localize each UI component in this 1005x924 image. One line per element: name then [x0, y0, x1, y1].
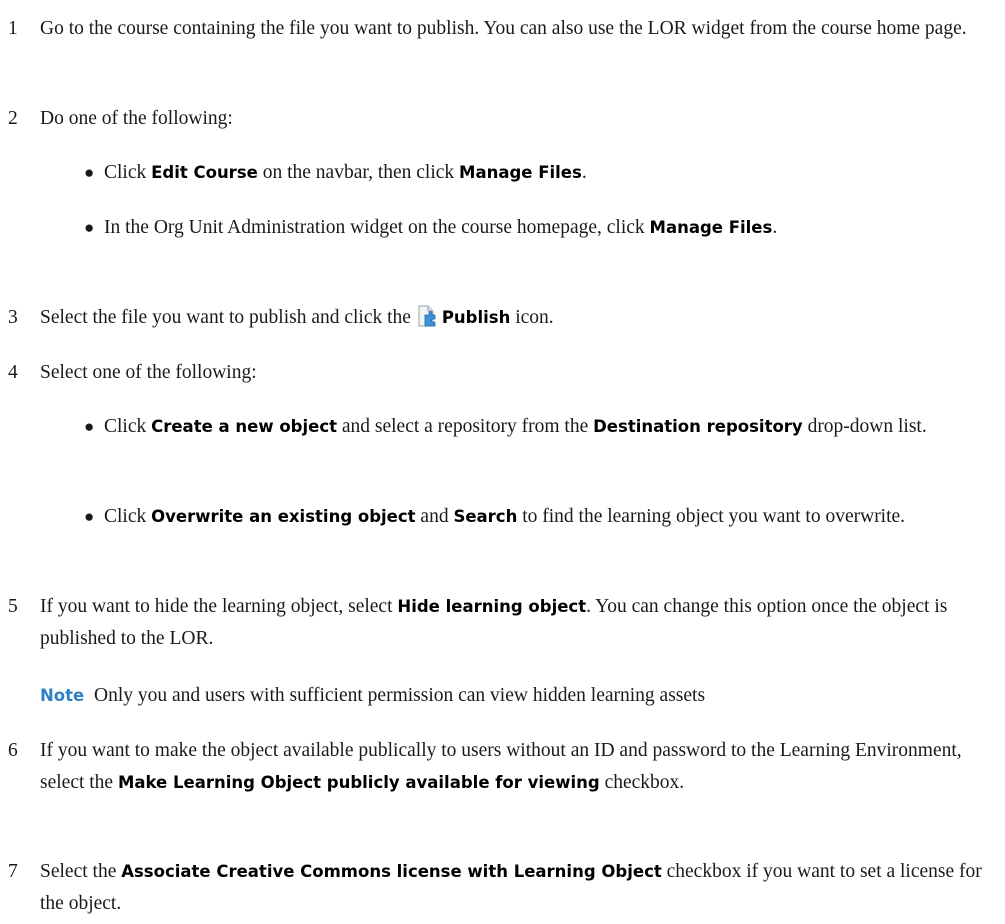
step-number: 1: [8, 18, 18, 39]
step-number: 2: [8, 108, 18, 129]
step-text: Do one of the following:: [40, 108, 233, 129]
step-number: 3: [8, 307, 18, 328]
ui-term: Create a new object: [151, 417, 337, 436]
ui-term: Make Learning Object publicly available …: [117, 773, 600, 792]
step-text: Select one of the following:: [40, 362, 257, 383]
ui-term: Manage Files: [649, 218, 773, 237]
step-text: Select the file you want to publish and …: [40, 305, 554, 328]
ui-term: Search: [453, 507, 518, 526]
step-number: 4: [8, 362, 18, 383]
bullet-dot-icon: ●: [84, 163, 95, 182]
step-text: Select the Associate Creative Commons li…: [40, 861, 982, 914]
note-text: Only you and users with sufficient permi…: [93, 685, 706, 706]
step-text: If you want to hide the learning object,…: [40, 596, 948, 649]
bullet-dot-icon: ●: [84, 507, 95, 526]
step-number: 5: [8, 596, 18, 617]
ui-term: Overwrite an existing object: [151, 507, 416, 526]
step-text: Go to the course containing the file you…: [40, 18, 967, 39]
bullet-text: Click Create a new object and select a r…: [104, 416, 927, 437]
bullet-text: In the Org Unit Administration widget on…: [104, 217, 778, 238]
note-label: Note: [40, 686, 85, 705]
bullet-text: Click Edit Course on the navbar, then cl…: [104, 162, 587, 183]
step-number: 7: [8, 861, 18, 882]
bullet-text: Click Overwrite an existing object and S…: [104, 506, 906, 527]
step-number: 6: [8, 740, 18, 761]
bullet-dot-icon: ●: [84, 218, 95, 237]
ui-term: Publish: [441, 308, 511, 327]
step-text: If you want to make the object available…: [40, 740, 962, 793]
publish-icon: [416, 305, 438, 327]
ui-term: Edit Course: [151, 163, 258, 182]
ui-term: Hide learning object: [397, 597, 587, 616]
ui-term: Associate Creative Commons license with …: [121, 862, 662, 881]
ui-term: Destination repository: [593, 417, 803, 436]
ui-term: Manage Files: [459, 163, 582, 182]
bullet-dot-icon: ●: [84, 417, 95, 436]
note-text-line: Note Only you and users with sufficient …: [40, 680, 1005, 712]
